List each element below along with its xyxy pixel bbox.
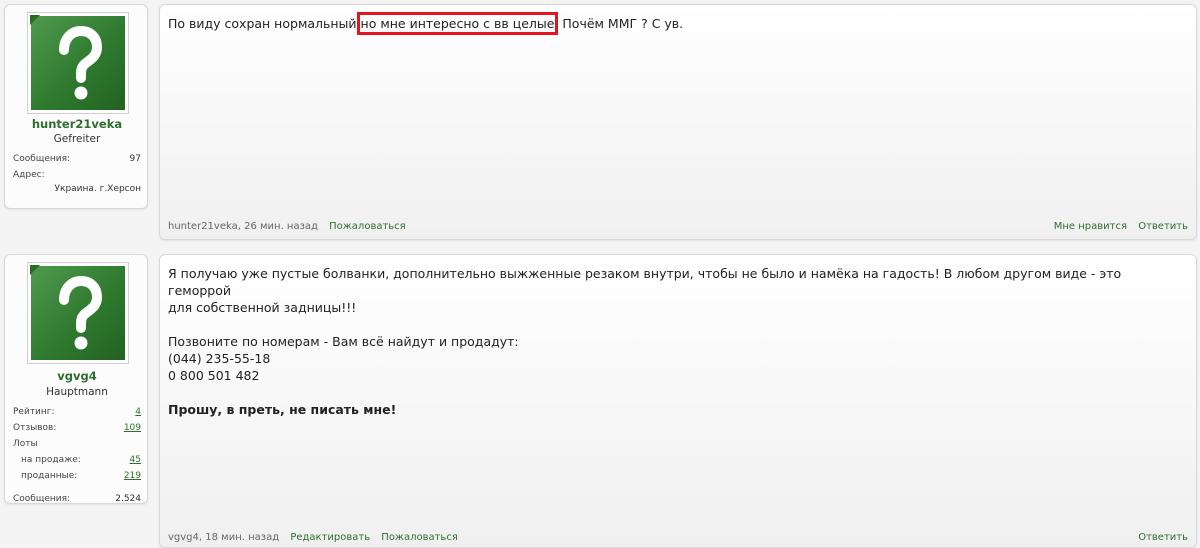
avatar[interactable] <box>27 12 129 114</box>
user-rank: Hauptmann <box>46 386 108 398</box>
stat-value-link[interactable]: 4 <box>135 407 141 417</box>
edit-link[interactable]: Редактировать <box>290 532 370 543</box>
message-line: Я получаю уже пустые болванки, дополните… <box>168 266 1122 298</box>
stat-value: 97 <box>129 154 141 164</box>
message-line: Позвоните по номерам - Вам всё найдут и … <box>168 334 519 349</box>
report-link[interactable]: Пожаловаться <box>329 221 406 232</box>
stat-label: Лоты <box>13 439 38 449</box>
avatar-corner-mark <box>30 15 40 25</box>
stat-label: Адрес: <box>13 170 45 180</box>
message-part: . Почём ММГ ? С ув. <box>554 16 684 31</box>
question-mark-icon <box>59 25 103 100</box>
question-mark-avatar-icon <box>30 265 125 360</box>
stat-label: Сообщения: <box>13 494 71 504</box>
message-part: По виду сохран нормальный <box>168 16 361 31</box>
phone-number: 0 800 501 482 <box>168 368 260 383</box>
stat-label: Сообщения: <box>13 154 71 164</box>
message-footer: vgvg4, 18 мин. назад Редактировать Пожал… <box>168 532 1188 543</box>
stat-value: Украина. г.Херсон <box>54 184 141 194</box>
user-info-panel: hunter21veka Gefreiter Сообщения: 97 Адр… <box>4 4 148 209</box>
highlighted-text: но мне интересно с вв целые <box>356 12 559 35</box>
message-line: для собственной задницы!!! <box>168 300 357 315</box>
message-text: Я получаю уже пустые болванки, дополните… <box>168 265 1188 418</box>
user-info-panel: vgvg4 Hauptmann Рейтинг: 4 Отзывов: 109 … <box>4 254 148 504</box>
question-mark-avatar-icon <box>30 15 125 110</box>
message-footer: hunter21veka, 26 мин. назад Пожаловаться… <box>168 221 1188 232</box>
author-time[interactable]: hunter21veka, 26 мин. назад <box>168 221 318 232</box>
user-rank: Gefreiter <box>53 133 101 145</box>
stat-label: Отзывов: <box>13 423 57 433</box>
question-mark-icon <box>59 275 103 350</box>
stat-label: Рейтинг: <box>13 407 55 417</box>
footer-actions: Ответить <box>1130 532 1188 543</box>
phone-number: (044) 235-55-18 <box>168 351 271 366</box>
reply-link[interactable]: Ответить <box>1138 532 1188 543</box>
post: vgvg4 Hauptmann Рейтинг: 4 Отзывов: 109 … <box>0 250 1200 548</box>
reply-link[interactable]: Ответить <box>1138 221 1188 232</box>
message-line-bold: Прошу, в преть, не писать мне! <box>168 402 397 417</box>
footer-actions: Мне нравится Ответить <box>1046 221 1188 232</box>
post: hunter21veka Gefreiter Сообщения: 97 Адр… <box>0 0 1200 240</box>
username[interactable]: hunter21veka <box>5 117 149 131</box>
avatar-corner-mark <box>30 265 40 275</box>
stat-value-link[interactable]: 109 <box>124 423 141 433</box>
stat-value-link[interactable]: 45 <box>130 455 141 465</box>
message-box: Я получаю уже пустые болванки, дополните… <box>159 254 1197 548</box>
stat-value: 2.524 <box>115 494 141 504</box>
like-link[interactable]: Мне нравится <box>1054 221 1127 232</box>
report-link[interactable]: Пожаловаться <box>381 532 458 543</box>
username[interactable]: vgvg4 <box>5 369 149 383</box>
message-text: По виду сохран нормальный но мне интерес… <box>168 12 1188 35</box>
message-box: По виду сохран нормальный но мне интерес… <box>159 4 1197 240</box>
stat-label: проданные: <box>21 471 78 481</box>
author-time[interactable]: vgvg4, 18 мин. назад <box>168 532 279 543</box>
stat-label: на продаже: <box>21 455 81 465</box>
stat-value-link[interactable]: 219 <box>124 471 141 481</box>
avatar[interactable] <box>27 262 129 364</box>
